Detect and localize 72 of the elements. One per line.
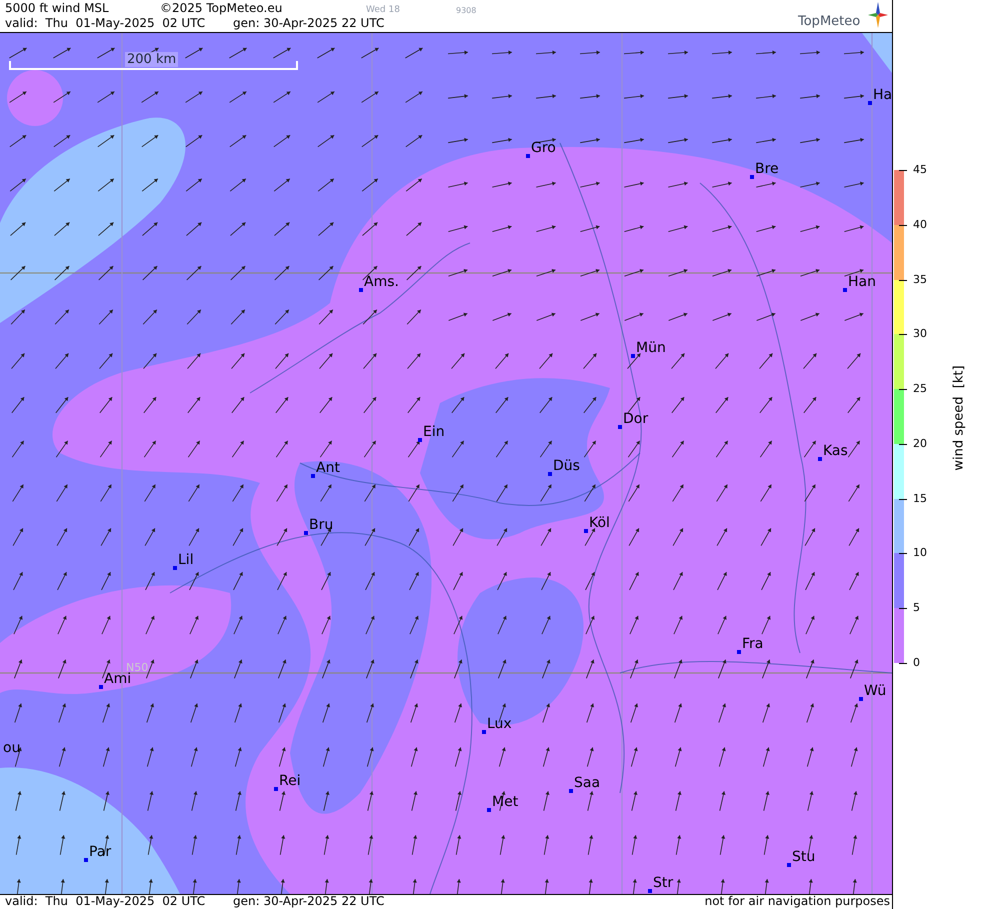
logo-text: TopMeteo (798, 14, 860, 29)
latitude-label: N50 (126, 660, 148, 674)
city-label: Rei (279, 773, 301, 789)
city-marker-icon (84, 858, 88, 862)
city-marker-icon (859, 697, 863, 701)
disclaimer-text: not for air navigation purposes (704, 895, 890, 908)
scale-label: 200 km (125, 52, 178, 67)
legend-tick-label: 40 (913, 218, 927, 231)
legend-tick-label: 15 (913, 492, 927, 505)
city-marker-icon (584, 529, 588, 533)
city-label: Bru (309, 517, 334, 533)
legend-label: wind speed [kt] (950, 365, 968, 471)
city-marker-icon (99, 685, 103, 689)
city-label: Stu (792, 849, 816, 865)
city-marker-icon (173, 566, 177, 570)
code-label: 9308 (456, 5, 476, 17)
city-marker-icon (648, 889, 652, 893)
city-label: Lux (487, 716, 512, 732)
city-label: Köl (589, 515, 610, 531)
city-marker-icon (526, 154, 530, 158)
legend-tick-label: 30 (913, 328, 927, 340)
legend-tick-label: 45 (913, 164, 927, 176)
city-marker-icon (569, 789, 573, 793)
city-marker-icon (304, 531, 308, 535)
city-label: Ant (316, 460, 340, 476)
city-label: Han (848, 274, 876, 290)
city-marker-icon (274, 787, 278, 791)
city-label: Gro (531, 140, 556, 156)
valid-time: valid: Thu 01-May-2025 02 UTC (5, 16, 206, 31)
city-marker-icon (418, 438, 422, 442)
city-label: Ams. (364, 274, 399, 290)
city-marker-icon (487, 808, 491, 812)
day-label: Wed 18 (366, 4, 400, 17)
legend-tick-label: 35 (913, 274, 927, 286)
city-marker-icon (868, 101, 872, 105)
city-marker-icon (482, 730, 486, 734)
legend-tick-label: 20 (913, 438, 927, 450)
city-marker-icon (548, 472, 552, 476)
city-label: Fra (742, 636, 764, 652)
city-label: Mün (636, 340, 666, 356)
chart-title: 5000 ft wind MSL (5, 1, 109, 16)
city-label: Wü (864, 683, 886, 699)
city-marker-icon (618, 425, 622, 429)
city-marker-icon (311, 474, 315, 478)
city-marker-icon (359, 288, 363, 292)
city-label: Dor (623, 411, 648, 427)
city-label: Par (89, 844, 112, 860)
legend-tick-label: 0 (913, 657, 920, 669)
generated-time: gen: 30-Apr-2025 22 UTC (233, 16, 384, 31)
legend-tick-label: 25 (913, 383, 927, 396)
city-label: Ein (423, 424, 445, 440)
city-label: Lil (178, 552, 194, 568)
city-label: Ami (104, 671, 132, 687)
city-marker-icon (750, 175, 754, 179)
legend-tick-label: 10 (913, 547, 927, 560)
valid-time: valid: Thu 01-May-2025 02 UTC (5, 895, 206, 908)
city-label: Düs (553, 458, 580, 474)
city-label: ou (3, 740, 20, 756)
legend-tick-label: 5 (913, 602, 920, 614)
city-label: Saa (574, 775, 600, 791)
city-marker-icon (737, 650, 741, 654)
compass-star-icon (868, 2, 888, 28)
copyright-text: ©2025 TopMeteo.eu (160, 1, 282, 16)
city-marker-icon (787, 863, 791, 867)
city-label: Kas (823, 443, 848, 459)
city-label: Bre (755, 161, 779, 177)
city-marker-icon (818, 457, 822, 461)
generated-time: gen: 30-Apr-2025 22 UTC (233, 895, 384, 908)
city-marker-icon (843, 288, 847, 292)
city-label: Str (653, 875, 674, 891)
city-label: Ha (873, 87, 892, 103)
city-marker-icon (631, 354, 635, 358)
